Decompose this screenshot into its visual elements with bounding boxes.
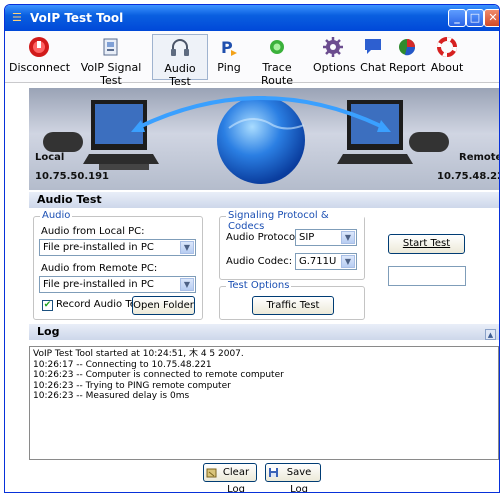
start-test-label: Start Test [402,238,451,249]
log-header: Log [29,324,499,340]
gear-icon [323,37,343,57]
codec-label: Audio Codec: [226,256,293,267]
chevron-down-icon[interactable]: ▼ [180,241,194,254]
clear-log-button[interactable]: Clear Log [203,463,257,492]
options-button[interactable]: Options [313,34,356,80]
pie-chart-icon [399,39,416,56]
audio-test-tab[interactable]: Audio Test [152,34,208,88]
collapse-icon[interactable]: ▲ [485,329,496,340]
local-ip: 10.75.50.191 [35,171,110,182]
record-audio-checkbox[interactable]: ✔ [42,300,53,311]
audio-group-legend: Audio [40,210,73,221]
audio-test-header: Audio Test [29,192,499,208]
disconnect-label: Disconnect [9,61,71,74]
protocol-select[interactable]: SIP ▼ [295,229,357,246]
from-local-select[interactable]: File pre-installed in PC ▼ [39,239,196,256]
ping-icon: P [221,38,237,57]
open-folder-button[interactable]: Open Folder [132,296,195,315]
from-local-label: Audio from Local PC: [41,226,145,237]
save-icon [269,468,278,477]
log-output[interactable]: VoIP Test Tool started at 10:24:51, 木 4 … [29,346,499,460]
options-label: Options [313,61,356,74]
codec-value: G.711U [299,256,337,267]
globe-icon [217,96,305,184]
traffic-test-button[interactable]: Traffic Test [252,296,334,315]
signaling-group: Signaling Protocol & Codecs [219,210,365,280]
main-toolbar: Disconnect VoIP Signal Test Audio Test P… [5,31,499,88]
from-remote-label: Audio from Remote PC: [41,263,158,274]
from-local-value: File pre-installed in PC [43,242,154,253]
about-label: About [430,61,464,74]
close-button[interactable]: ✕ [484,9,499,27]
title-bar[interactable]: ☰ VoIP Test Tool _ □ ✕ [5,5,499,31]
trace-route-icon [270,40,284,54]
audio-test-label: Audio Test [164,62,196,88]
protocol-label: Audio Protocol: [226,232,302,243]
ping-label: Ping [217,61,241,74]
voip-signal-test-button[interactable]: VoIP Signal Test [73,34,149,87]
chat-button[interactable]: Chat [359,34,387,80]
connection-banner: Local 10.75.50.191 Remote 10.75.48.221 [29,88,499,190]
codec-select[interactable]: G.711U ▼ [295,253,357,270]
headphone-icon [171,39,189,56]
from-remote-value: File pre-installed in PC [43,279,154,290]
report-button[interactable]: Report [389,34,425,80]
chat-label: Chat [360,61,386,74]
app-window: ☰ VoIP Test Tool _ □ ✕ Disconnect VoIP S… [4,4,500,493]
about-button[interactable]: About [429,34,465,80]
minimize-button[interactable]: _ [448,9,466,27]
remote-label: Remote [459,152,499,163]
chevron-down-icon[interactable]: ▼ [180,278,194,291]
test-options-legend: Test Options [226,280,292,291]
trace-route-button[interactable]: Trace Route [247,34,307,87]
log-line: 10:26:23 -- Trying to PING remote comput… [33,380,231,391]
window-title: VoIP Test Tool [30,11,124,25]
signal-test-icon [103,38,118,56]
trace-route-label: Trace Route [261,61,293,87]
ping-button[interactable]: P Ping [213,34,245,80]
log-line: VoIP Test Tool started at 10:24:51, 木 4 … [33,349,244,359]
start-test-button[interactable]: Start Test [388,234,465,254]
protocol-value: SIP [299,232,315,243]
record-audio-label: Record Audio Tes [56,299,142,310]
maximize-button[interactable]: □ [466,9,484,27]
clear-log-label: Clear Log [222,467,250,493]
lifebuoy-icon [437,37,457,57]
local-label: Local [35,152,65,163]
remote-ip: 10.75.48.221 [437,171,499,182]
log-line: 10:26:23 -- Computer is connected to rem… [33,370,284,380]
remote-computer-icon [337,100,449,164]
log-line: 10:26:17 -- Connecting to 10.75.48.221 [33,359,212,370]
chevron-down-icon[interactable]: ▼ [341,231,355,244]
voip-signal-test-label: VoIP Signal Test [80,61,142,87]
log-line: 10:26:23 -- Measured delay is 0ms [33,391,190,401]
report-label: Report [389,61,426,74]
disconnect-button[interactable]: Disconnect [9,34,71,80]
disconnect-icon [29,37,49,57]
from-remote-select[interactable]: File pre-installed in PC ▼ [39,276,196,293]
save-log-button[interactable]: Save Log [265,463,321,492]
clear-icon [206,468,217,478]
save-log-label: Save Log [286,467,312,493]
chevron-down-icon[interactable]: ▼ [341,255,355,268]
chat-icon [365,39,381,54]
app-icon: ☰ [12,11,22,24]
result-field[interactable] [388,266,466,286]
